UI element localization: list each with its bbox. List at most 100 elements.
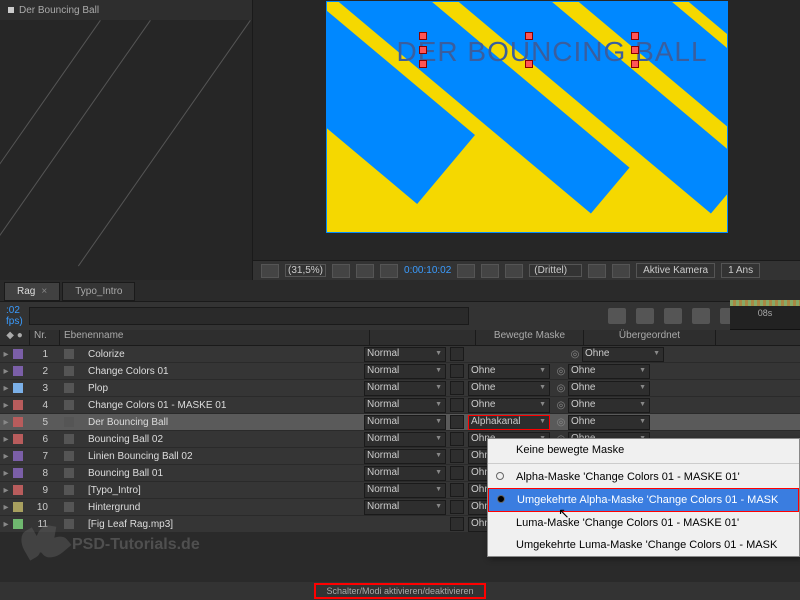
mode-dropdown[interactable]: Normal bbox=[364, 432, 446, 447]
twirl-icon[interactable]: ▸ bbox=[0, 383, 12, 394]
selection-handle-icon[interactable] bbox=[631, 46, 639, 54]
label-color[interactable] bbox=[13, 349, 23, 359]
frame-blend-icon[interactable] bbox=[664, 308, 682, 324]
mode-dropdown[interactable]: Normal bbox=[364, 347, 446, 362]
layer-name[interactable]: [Typo_Intro] bbox=[84, 485, 364, 496]
layer-row[interactable]: ▸ 3 Plop Normal Ohne ◎ Ohne bbox=[0, 380, 800, 397]
trk-check[interactable] bbox=[450, 415, 464, 429]
parent-dropdown[interactable]: Ohne bbox=[568, 398, 650, 413]
resolution-dropdown[interactable]: (Drittel) bbox=[529, 264, 582, 277]
pickwhip-icon[interactable]: ◎ bbox=[554, 383, 568, 394]
label-color[interactable] bbox=[13, 468, 23, 478]
twirl-icon[interactable]: ▸ bbox=[0, 349, 12, 360]
twirl-icon[interactable]: ▸ bbox=[0, 451, 12, 462]
mode-dropdown[interactable]: Normal bbox=[364, 500, 446, 515]
mode-dropdown[interactable]: Normal bbox=[364, 364, 446, 379]
trk-check[interactable] bbox=[450, 449, 464, 463]
pickwhip-icon[interactable]: ◎ bbox=[554, 417, 568, 428]
layer-name[interactable]: Change Colors 01 - MASKE 01 bbox=[84, 400, 364, 411]
color-mgmt-icon[interactable] bbox=[505, 264, 523, 278]
trkmat-dropdown[interactable]: Ohne bbox=[468, 381, 550, 396]
twirl-icon[interactable]: ▸ bbox=[0, 366, 12, 377]
layer-name[interactable]: Colorize bbox=[84, 349, 364, 360]
trk-check[interactable] bbox=[450, 432, 464, 446]
pickwhip-icon[interactable]: ◎ bbox=[554, 400, 568, 411]
camera-dropdown[interactable]: Aktive Kamera bbox=[636, 263, 715, 278]
views-dropdown[interactable]: 1 Ans bbox=[721, 263, 760, 278]
layer-row[interactable]: ▸ 5 Der Bouncing Ball Normal Alphakanal … bbox=[0, 414, 800, 431]
timecode-display[interactable]: 0:00:10:02 bbox=[404, 265, 451, 276]
trk-check[interactable] bbox=[450, 347, 464, 361]
trk-check[interactable] bbox=[450, 483, 464, 497]
label-color[interactable] bbox=[13, 485, 23, 495]
parent-dropdown[interactable]: Ohne bbox=[568, 381, 650, 396]
trkmat-dropdown[interactable]: Alphakanal bbox=[468, 415, 550, 430]
trk-check[interactable] bbox=[450, 517, 464, 531]
label-color[interactable] bbox=[13, 383, 23, 393]
trk-check[interactable] bbox=[450, 466, 464, 480]
label-color[interactable] bbox=[13, 502, 23, 512]
label-color[interactable] bbox=[13, 400, 23, 410]
time-ruler[interactable]: 08s bbox=[730, 300, 800, 330]
dropdown-option[interactable]: Umgekehrte Luma-Maske 'Change Colors 01 … bbox=[488, 534, 799, 556]
current-time[interactable]: :02 fps) bbox=[6, 305, 23, 327]
mode-dropdown[interactable]: Normal bbox=[364, 415, 446, 430]
selection-handle-icon[interactable] bbox=[419, 46, 427, 54]
snapshot-icon[interactable] bbox=[457, 264, 475, 278]
twirl-icon[interactable]: ▸ bbox=[0, 468, 12, 479]
label-color[interactable] bbox=[13, 434, 23, 444]
layer-name[interactable]: Plop bbox=[84, 383, 364, 394]
transparency-icon[interactable] bbox=[380, 264, 398, 278]
trk-check[interactable] bbox=[450, 364, 464, 378]
mode-dropdown[interactable]: Normal bbox=[364, 381, 446, 396]
toggle-switches-button[interactable]: Schalter/Modi aktivieren/deaktivieren bbox=[314, 583, 485, 599]
zoom-dropdown[interactable]: (31,5%) bbox=[285, 264, 326, 277]
twirl-icon[interactable]: ▸ bbox=[0, 519, 12, 530]
parent-dropdown[interactable]: Ohne bbox=[568, 415, 650, 430]
mode-dropdown[interactable]: Normal bbox=[364, 398, 446, 413]
trk-check[interactable] bbox=[450, 500, 464, 514]
mask-icon[interactable] bbox=[332, 264, 350, 278]
label-color[interactable] bbox=[13, 417, 23, 427]
layer-row[interactable]: ▸ 4 Change Colors 01 - MASKE 01 Normal O… bbox=[0, 397, 800, 414]
selection-handle-icon[interactable] bbox=[419, 32, 427, 40]
mode-dropdown[interactable]: Normal bbox=[364, 466, 446, 481]
trk-check[interactable] bbox=[450, 398, 464, 412]
twirl-icon[interactable]: ▸ bbox=[0, 417, 12, 428]
label-color[interactable] bbox=[13, 366, 23, 376]
trkmat-dropdown[interactable]: Ohne bbox=[468, 398, 550, 413]
layer-name[interactable]: Bouncing Ball 01 bbox=[84, 468, 364, 479]
draft3d-icon[interactable] bbox=[636, 308, 654, 324]
dropdown-option[interactable]: Keine bewegte Maske bbox=[488, 439, 799, 461]
twirl-icon[interactable]: ▸ bbox=[0, 400, 12, 411]
twirl-icon[interactable]: ▸ bbox=[0, 434, 12, 445]
tab-typo-intro[interactable]: Typo_Intro bbox=[62, 282, 135, 301]
dropdown-option[interactable]: Umgekehrte Alpha-Maske 'Change Colors 01… bbox=[488, 488, 799, 512]
motion-blur-icon[interactable] bbox=[692, 308, 710, 324]
channel-icon[interactable] bbox=[481, 264, 499, 278]
guides-icon[interactable] bbox=[588, 264, 606, 278]
layer-name[interactable]: Change Colors 01 bbox=[84, 366, 364, 377]
mode-dropdown[interactable]: Normal bbox=[364, 449, 446, 464]
parent-dropdown[interactable]: Ohne bbox=[568, 364, 650, 379]
layer-name[interactable]: Bouncing Ball 02 bbox=[84, 434, 364, 445]
dropdown-option[interactable]: Luma-Maske 'Change Colors 01 - MASKE 01' bbox=[488, 512, 799, 534]
tab-rag[interactable]: Rag× bbox=[4, 282, 60, 301]
grid-icon[interactable] bbox=[261, 264, 279, 278]
grid-toggle-icon[interactable] bbox=[612, 264, 630, 278]
selection-handle-icon[interactable] bbox=[631, 32, 639, 40]
selection-handle-icon[interactable] bbox=[419, 60, 427, 68]
close-tab-icon[interactable]: × bbox=[41, 286, 47, 297]
pickwhip-icon[interactable]: ◎ bbox=[554, 366, 568, 377]
selection-handle-icon[interactable] bbox=[631, 60, 639, 68]
layer-name[interactable]: Der Bouncing Ball bbox=[84, 417, 364, 428]
layer-name[interactable]: Linien Bouncing Ball 02 bbox=[84, 451, 364, 462]
selection-handle-icon[interactable] bbox=[525, 32, 533, 40]
comp-mini-icon[interactable] bbox=[608, 308, 626, 324]
selection-handle-icon[interactable] bbox=[525, 60, 533, 68]
dropdown-option[interactable]: Alpha-Maske 'Change Colors 01 - MASKE 01… bbox=[488, 466, 799, 488]
layer-row[interactable]: ▸ 2 Change Colors 01 Normal Ohne ◎ Ohne bbox=[0, 363, 800, 380]
trk-check[interactable] bbox=[450, 381, 464, 395]
viewer-canvas[interactable]: DER BOUNCING BALL bbox=[327, 2, 727, 232]
parent-dropdown[interactable]: Ohne bbox=[582, 347, 664, 362]
